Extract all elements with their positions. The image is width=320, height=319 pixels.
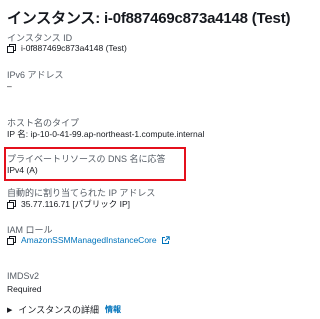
instance-details-label: インスタンスの詳細 — [18, 305, 100, 315]
page-title: インスタンス: i-0f887469c873a4148 (Test) — [7, 10, 291, 27]
auto-ip-text: 35.77.116.71 [パブリック IP] — [21, 199, 130, 209]
auto-ip-value: 35.77.116.71 [パブリック IP] — [7, 198, 130, 210]
ipv6-value: – — [7, 81, 12, 91]
info-link[interactable]: 情報 — [105, 304, 121, 315]
instance-id-value: i-0f887469c873a4148 (Test) — [7, 43, 127, 53]
ipv6-label: IPv6 アドレス — [7, 70, 64, 80]
imdsv2-value: Required — [7, 284, 42, 294]
caret-right-icon: ▶ — [7, 306, 13, 314]
private-dns-label: プライベートリソースの DNS 名に応答 — [7, 154, 166, 164]
hostname-type-value: IP 名: ip-10-0-41-99.ap-northeast-1.compu… — [7, 129, 205, 139]
copy-icon[interactable] — [7, 199, 16, 209]
external-link-icon[interactable] — [161, 235, 170, 245]
instance-id-text: i-0f887469c873a4148 (Test) — [21, 43, 127, 53]
imdsv2-label: IMDSv2 — [7, 271, 40, 281]
copy-icon[interactable] — [7, 235, 16, 245]
private-dns-value: IPv4 (A) — [7, 165, 38, 175]
iam-role-link[interactable]: AmazonSSMManagedInstanceCore — [21, 235, 157, 245]
instance-details-toggle[interactable]: ▶ インスタンスの詳細 情報 — [7, 303, 121, 316]
iam-role-value: AmazonSSMManagedInstanceCore — [7, 235, 170, 245]
copy-icon[interactable] — [7, 43, 16, 53]
